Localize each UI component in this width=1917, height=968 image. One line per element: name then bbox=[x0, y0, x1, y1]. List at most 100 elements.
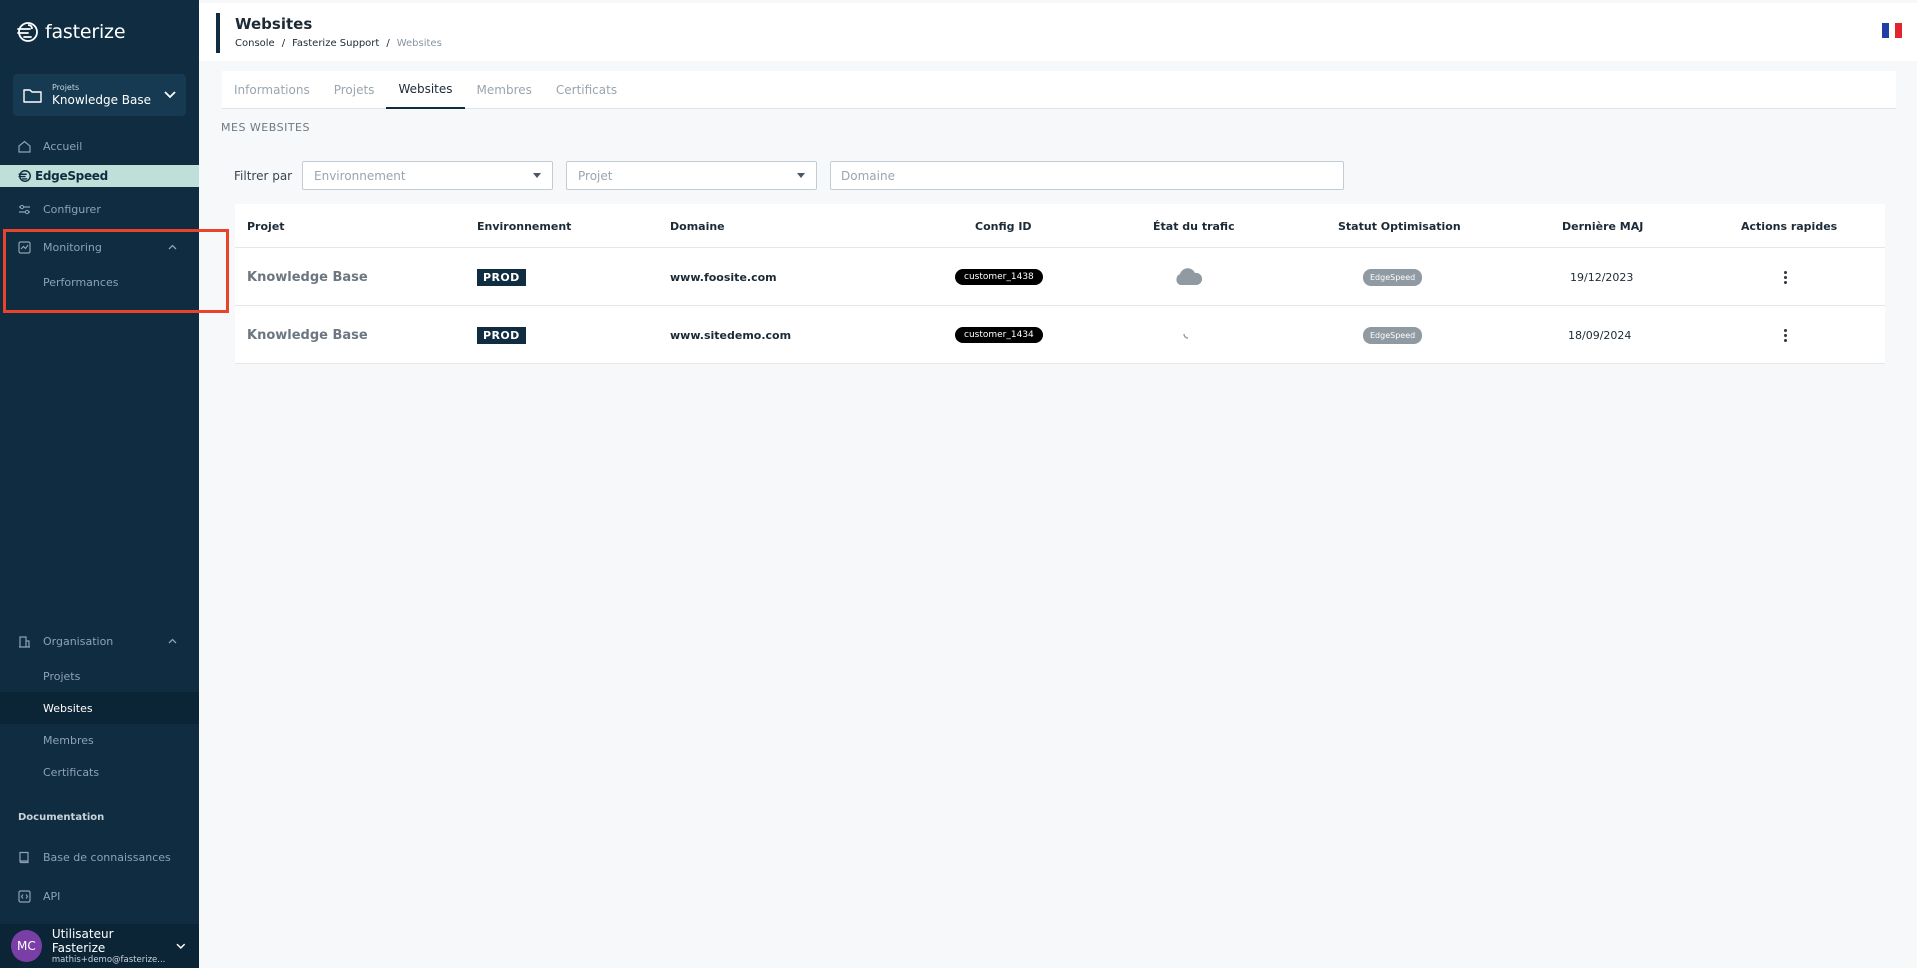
book-icon bbox=[19, 851, 29, 863]
projet-select[interactable]: Projet bbox=[566, 161, 817, 190]
row-domaine[interactable]: www.foosite.com bbox=[670, 248, 777, 306]
sidebar-item-label: API bbox=[43, 889, 61, 903]
sidebar-item-label: Membres bbox=[43, 733, 94, 747]
sidebar-item-accueil[interactable]: Accueil bbox=[0, 138, 199, 154]
kebab-menu-icon[interactable] bbox=[1784, 270, 1787, 284]
sidebar-item-label: Websites bbox=[43, 701, 93, 715]
status-badge: EdgeSpeed bbox=[1363, 326, 1423, 344]
project-selector-value: Knowledge Base bbox=[52, 92, 151, 107]
project-selector-label: Projets bbox=[52, 82, 80, 92]
row-actions-menu[interactable] bbox=[1784, 306, 1787, 364]
tab-membres[interactable]: Membres bbox=[465, 71, 544, 109]
cloud-icon bbox=[1176, 268, 1203, 285]
sidebar-item-label: Configurer bbox=[43, 202, 101, 216]
folder-icon bbox=[23, 88, 42, 103]
environnement-select[interactable]: Environnement bbox=[302, 161, 553, 190]
sidebar-item-label: Organisation bbox=[43, 634, 114, 648]
breadcrumb-fasterize-support[interactable]: Fasterize Support bbox=[292, 38, 379, 49]
sidebar-item-configurer[interactable]: Configurer bbox=[0, 201, 199, 217]
row-projet: Knowledge Base bbox=[247, 269, 368, 285]
edgespeed-logo-icon bbox=[18, 170, 31, 182]
chevron-up-icon bbox=[168, 638, 177, 644]
sidebar-item-projets[interactable]: Projets bbox=[0, 660, 199, 692]
breadcrumb-separator: / bbox=[386, 38, 390, 49]
sidebar-item-organisation[interactable]: Organisation bbox=[0, 633, 199, 649]
avatar: MC bbox=[11, 930, 42, 962]
header-accent-bar bbox=[216, 13, 220, 53]
environnement-select-value: Environnement bbox=[314, 168, 406, 183]
domaine-input[interactable]: Domaine bbox=[830, 161, 1344, 190]
sidebar-item-websites[interactable]: Websites bbox=[0, 692, 199, 724]
sidebar-item-edgespeed[interactable]: EdgeSpeed bbox=[0, 165, 199, 187]
table-row[interactable]: Knowledge Base PROD www.sitedemo.com cus… bbox=[235, 306, 1885, 364]
tabs-bar: Informations Projets Websites Membres Ce… bbox=[222, 71, 1896, 109]
column-header-projet[interactable]: Projet bbox=[247, 220, 285, 233]
row-environnement: PROD bbox=[477, 306, 526, 364]
table-row[interactable]: Knowledge Base PROD www.foosite.com cust… bbox=[235, 248, 1885, 306]
project-selector[interactable]: Projets Knowledge Base bbox=[13, 74, 186, 116]
kebab-menu-icon[interactable] bbox=[1784, 328, 1787, 342]
sidebar-item-api[interactable]: API bbox=[0, 888, 199, 904]
column-header-derniere-maj[interactable]: Dernière MAJ bbox=[1562, 220, 1643, 233]
tab-informations[interactable]: Informations bbox=[222, 71, 322, 109]
breadcrumb: Console / Fasterize Support / Websites bbox=[235, 38, 442, 49]
row-derniere-maj: 18/09/2024 bbox=[1568, 328, 1632, 342]
user-info: Utilisateur Fasterize mathis+demo@faster… bbox=[52, 927, 167, 965]
environment-badge: PROD bbox=[477, 268, 526, 286]
sidebar-item-label: Projets bbox=[43, 669, 81, 683]
page-header: Websites Console / Fasterize Support / W… bbox=[199, 3, 1917, 61]
row-config-id: customer_1438 bbox=[955, 248, 1043, 306]
table-header: Projet Environnement Domaine Config ID É… bbox=[235, 204, 1885, 248]
project-selector-text: Projets Knowledge Base bbox=[52, 83, 151, 108]
column-header-domaine[interactable]: Domaine bbox=[670, 220, 725, 233]
sidebar-item-label: Certificats bbox=[43, 765, 100, 779]
row-derniere-maj: 19/12/2023 bbox=[1570, 270, 1634, 284]
language-flag-icon[interactable] bbox=[1882, 23, 1903, 38]
row-statut-optimisation: EdgeSpeed bbox=[1363, 306, 1423, 364]
column-header-environnement[interactable]: Environnement bbox=[477, 220, 571, 233]
row-actions-menu[interactable] bbox=[1784, 248, 1787, 306]
column-header-statut-optimisation[interactable]: Statut Optimisation bbox=[1338, 220, 1461, 233]
config-id-badge: customer_1438 bbox=[955, 269, 1043, 285]
sidebar-item-membres[interactable]: Membres bbox=[0, 724, 199, 756]
fasterize-logo-icon bbox=[17, 22, 38, 42]
building-icon bbox=[19, 635, 30, 648]
projet-select-value: Projet bbox=[578, 168, 613, 183]
breadcrumb-current: Websites bbox=[396, 38, 442, 49]
chevron-down-icon bbox=[164, 91, 176, 99]
sliders-icon bbox=[19, 204, 30, 214]
column-header-config-id[interactable]: Config ID bbox=[975, 220, 1032, 233]
breadcrumb-console[interactable]: Console bbox=[235, 38, 275, 49]
sidebar-item-label: Accueil bbox=[43, 139, 83, 153]
page-title: Websites bbox=[235, 15, 313, 33]
status-badge: EdgeSpeed bbox=[1363, 268, 1423, 286]
tab-projets[interactable]: Projets bbox=[322, 71, 387, 109]
sidebar-item-label: EdgeSpeed bbox=[35, 169, 108, 183]
sidebar-item-label: Base de connaissances bbox=[43, 850, 171, 864]
row-projet: Knowledge Base bbox=[247, 327, 368, 343]
domaine-input-placeholder: Domaine bbox=[841, 168, 895, 183]
row-domaine[interactable]: www.sitedemo.com bbox=[670, 306, 791, 364]
chevron-down-icon bbox=[176, 943, 186, 949]
column-header-etat-trafic[interactable]: État du trafic bbox=[1153, 220, 1235, 233]
code-icon bbox=[18, 889, 31, 903]
sidebar-item-certificats[interactable]: Certificats bbox=[0, 756, 199, 788]
sidebar-item-base-connaissances[interactable]: Base de connaissances bbox=[0, 849, 199, 865]
tab-certificats[interactable]: Certificats bbox=[544, 71, 629, 109]
user-name: Utilisateur Fasterize bbox=[51, 927, 114, 955]
brand-logo[interactable]: fasterize bbox=[16, 20, 126, 44]
config-id-badge: customer_1434 bbox=[955, 327, 1043, 343]
sidebar: fasterize Projets Knowledge Base Accueil bbox=[0, 0, 199, 968]
documentation-title: Documentation bbox=[18, 812, 105, 823]
row-statut-optimisation: EdgeSpeed bbox=[1363, 248, 1423, 306]
breadcrumb-separator: / bbox=[281, 38, 286, 49]
filter-label: Filtrer par bbox=[234, 169, 293, 183]
tab-websites[interactable]: Websites bbox=[386, 71, 465, 109]
column-header-actions-rapides: Actions rapides bbox=[1741, 220, 1838, 233]
row-environnement: PROD bbox=[477, 248, 526, 306]
app-root: fasterize Projets Knowledge Base Accueil bbox=[0, 0, 1917, 968]
environment-badge: PROD bbox=[477, 326, 526, 344]
user-menu[interactable]: MC Utilisateur Fasterize mathis+demo@fas… bbox=[0, 924, 199, 968]
home-icon bbox=[18, 140, 31, 153]
brand-name: fasterize bbox=[45, 21, 126, 43]
